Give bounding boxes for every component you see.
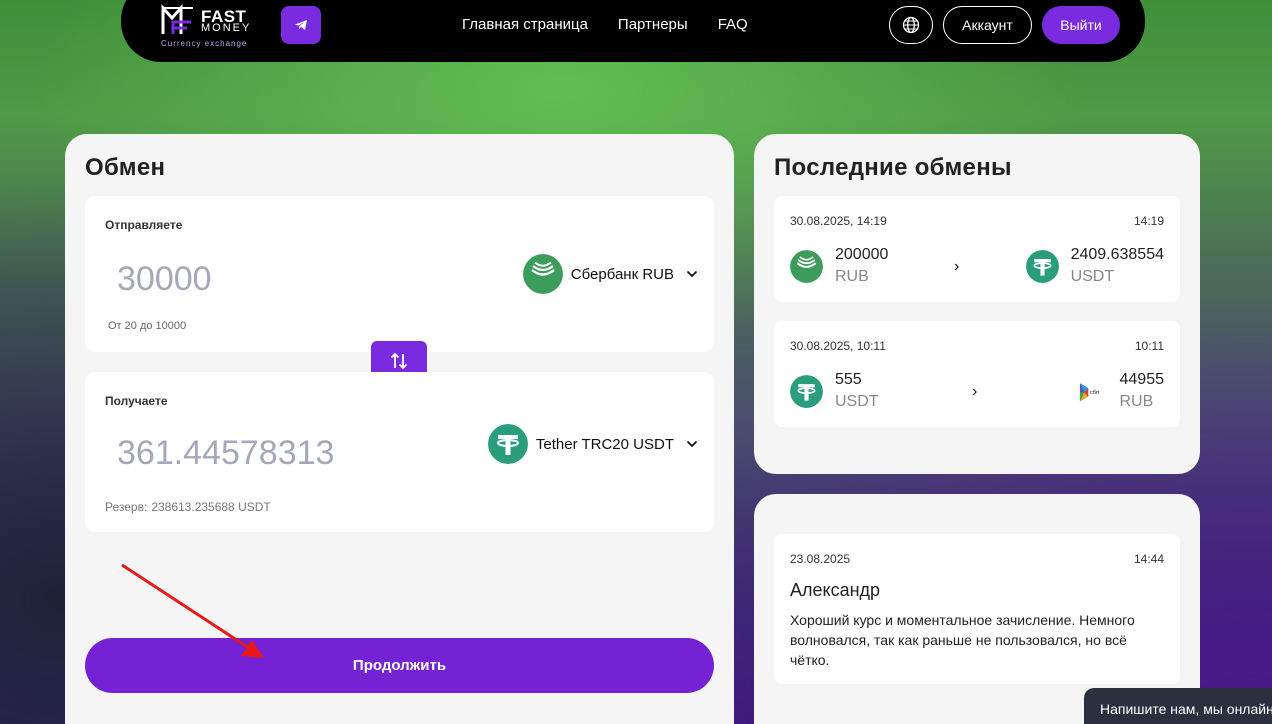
exchange-time: 14:19 (1133, 214, 1164, 228)
logo[interactable]: FAST MONEY Currency exchange (161, 2, 257, 48)
send-label: Отправляете (105, 218, 183, 232)
from-amount: 200000 (835, 246, 889, 263)
from-amount: 555 (835, 371, 862, 388)
exchange-to: сбп 44955 RUB (1075, 369, 1165, 413)
latest-exchanges-panel: Последние обмены 30.08.2025, 14:19 14:19… (754, 134, 1200, 474)
send-currency-name: Сбербанк RUB (570, 265, 674, 283)
reserve-info: Резерв: 238613.235688 USDT (105, 500, 271, 514)
to-amount: 2409.638554 (1070, 246, 1164, 263)
account-button[interactable]: Аккаунт (943, 6, 1032, 44)
receive-label: Получаете (105, 394, 168, 408)
logo-mark-icon (161, 4, 193, 34)
swap-arrows-icon (390, 352, 408, 370)
language-button[interactable] (889, 6, 933, 44)
exchange-from: 555 USDT (790, 369, 879, 413)
tether-icon (487, 424, 528, 464)
exchange-to: 2409.638554 USDT (1025, 244, 1164, 288)
sberbank-icon (522, 254, 563, 294)
from-currency: USDT (835, 393, 879, 410)
exchange-date: 30.08.2025, 10:11 (790, 339, 886, 353)
exchange-time: 10:11 (1134, 339, 1164, 353)
exchange-from: 200000 RUB (790, 244, 888, 288)
exchange-item: 30.08.2025, 14:19 14:19 200000 RUB › 240… (774, 196, 1180, 302)
chevron-right-icon: › (954, 258, 960, 275)
receive-currency-select[interactable]: Tether TRC20 USDT (487, 424, 698, 464)
nav-home[interactable]: Главная страница (462, 16, 588, 33)
review-date: 23.08.2025 (790, 552, 851, 566)
top-navbar: FAST MONEY Currency exchange Главная стр… (121, 0, 1145, 62)
to-currency: USDT (1070, 268, 1115, 285)
review-card: 23.08.2025 14:44 Александр Хороший курс … (774, 534, 1180, 684)
exchange-item: 30.08.2025, 10:11 10:11 555 USDT › сбп 4… (774, 321, 1180, 427)
reserve-value: 238613.235688 USDT (151, 500, 271, 514)
latest-title: Последние обмены (774, 154, 1012, 181)
reserve-label: Резерв: (105, 500, 148, 514)
globe-icon (902, 16, 920, 34)
logo-money-text: MONEY (201, 22, 252, 34)
chevron-down-icon (686, 440, 698, 448)
send-card: Отправляете 30000 От 20 до 10000 Сбербан… (85, 196, 714, 352)
exchange-panel: Обмен Отправляете 30000 От 20 до 10000 С… (65, 134, 734, 724)
from-currency: RUB (835, 268, 869, 285)
telegram-button[interactable] (281, 6, 321, 44)
exchange-title: Обмен (85, 154, 166, 181)
sbp-label: сбп (1089, 389, 1098, 395)
send-currency-select[interactable]: Сбербанк RUB (522, 254, 698, 294)
review-time: 14:44 (1133, 552, 1164, 566)
receive-currency-name: Tether TRC20 USDT (535, 435, 674, 453)
to-amount: 44955 (1119, 371, 1165, 388)
receive-amount-input[interactable]: 361.44578313 (117, 434, 334, 473)
nav-partners[interactable]: Партнеры (618, 16, 688, 33)
tether-icon (1025, 249, 1059, 283)
send-amount-input[interactable]: 30000 (117, 260, 212, 299)
review-text: Хороший курс и моментальное зачисление. … (790, 612, 1135, 668)
tether-icon (790, 374, 823, 408)
logo-subtitle: Currency exchange (161, 39, 248, 48)
sbp-icon: сбп (1079, 382, 1099, 401)
receive-card: Получаете 361.44578313 Резерв: 238613.235… (85, 372, 714, 532)
logout-button[interactable]: Выйти (1042, 6, 1120, 44)
telegram-icon (295, 20, 307, 30)
chat-widget[interactable]: Напишите нам, мы онлайн (1084, 688, 1272, 724)
chevron-right-icon: › (972, 383, 978, 400)
send-limit-hint: От 20 до 10000 (108, 320, 187, 332)
to-currency: RUB (1119, 393, 1154, 410)
continue-button[interactable]: Продолжить (85, 638, 714, 693)
review-author: Александр (790, 580, 881, 600)
main-nav: Главная страница Партнеры FAQ (462, 16, 748, 33)
chevron-down-icon (686, 270, 698, 278)
exchange-date: 30.08.2025, 14:19 (790, 214, 887, 228)
sberbank-icon (790, 249, 823, 283)
nav-faq[interactable]: FAQ (718, 16, 748, 33)
